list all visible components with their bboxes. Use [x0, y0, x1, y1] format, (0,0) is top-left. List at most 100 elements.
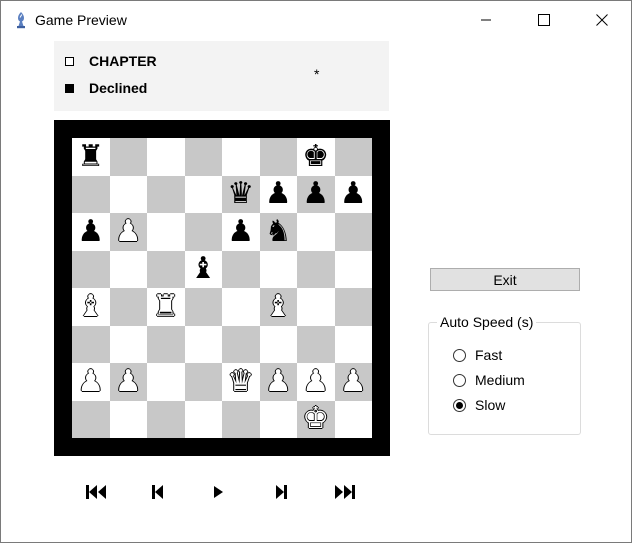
square-d4[interactable] — [184, 288, 222, 326]
square-b7[interactable] — [109, 175, 147, 213]
square-d6[interactable] — [184, 213, 222, 251]
square-g4[interactable] — [297, 288, 335, 326]
square-d1[interactable] — [184, 400, 222, 438]
square-e3[interactable] — [222, 325, 260, 363]
square-f3[interactable] — [259, 325, 297, 363]
square-a3[interactable] — [72, 325, 110, 363]
white-pawn-icon[interactable]: ♟ — [115, 366, 142, 397]
square-h4[interactable] — [334, 288, 372, 326]
square-c1[interactable] — [147, 400, 185, 438]
square-g8[interactable]: ♚ — [297, 138, 335, 176]
square-e2[interactable]: ♛ — [222, 363, 260, 401]
speed-option-medium[interactable]: Medium — [453, 372, 525, 388]
square-g1[interactable]: ♚ — [297, 400, 335, 438]
square-g3[interactable] — [297, 325, 335, 363]
square-e6[interactable]: ♟ — [222, 213, 260, 251]
speed-option-fast[interactable]: Fast — [453, 347, 502, 363]
last-move-button[interactable] — [334, 481, 356, 503]
square-c7[interactable] — [147, 175, 185, 213]
square-h1[interactable] — [334, 400, 372, 438]
exit-button[interactable]: Exit — [430, 268, 580, 291]
black-bishop-icon[interactable]: ♝ — [190, 254, 217, 284]
square-f8[interactable] — [259, 138, 297, 176]
black-pawn-icon[interactable]: ♟ — [227, 216, 254, 247]
square-g6[interactable] — [297, 213, 335, 251]
close-button[interactable] — [573, 1, 631, 39]
square-a8[interactable]: ♜ — [72, 138, 110, 176]
square-c6[interactable] — [147, 213, 185, 251]
square-h2[interactable]: ♟ — [334, 363, 372, 401]
previous-move-button[interactable] — [146, 481, 168, 503]
white-pawn-icon[interactable]: ♟ — [77, 366, 104, 397]
square-c3[interactable] — [147, 325, 185, 363]
square-c4[interactable]: ♜ — [147, 288, 185, 326]
square-a2[interactable]: ♟ — [72, 363, 110, 401]
square-b1[interactable] — [109, 400, 147, 438]
first-move-button[interactable] — [85, 481, 107, 503]
square-a4[interactable]: ♝ — [72, 288, 110, 326]
square-f1[interactable] — [259, 400, 297, 438]
square-b5[interactable] — [109, 250, 147, 288]
square-f5[interactable] — [259, 250, 297, 288]
square-d2[interactable] — [184, 363, 222, 401]
square-d5[interactable]: ♝ — [184, 250, 222, 288]
square-d7[interactable] — [184, 175, 222, 213]
white-queen-icon[interactable]: ♛ — [227, 366, 254, 397]
square-b2[interactable]: ♟ — [109, 363, 147, 401]
square-b8[interactable] — [109, 138, 147, 176]
white-bishop-icon[interactable]: ♝ — [265, 291, 292, 322]
square-a1[interactable] — [72, 400, 110, 438]
square-g7[interactable]: ♟ — [297, 175, 335, 213]
square-b4[interactable] — [109, 288, 147, 326]
square-e4[interactable] — [222, 288, 260, 326]
square-h8[interactable] — [334, 138, 372, 176]
square-h6[interactable] — [334, 213, 372, 251]
radio-button[interactable] — [453, 398, 466, 412]
square-f2[interactable]: ♟ — [259, 363, 297, 401]
white-pawn-icon[interactable]: ♟ — [265, 366, 292, 397]
radio-button[interactable] — [453, 348, 466, 362]
white-pawn-icon[interactable]: ♟ — [340, 366, 367, 397]
radio-button[interactable] — [453, 373, 466, 387]
next-move-button[interactable] — [271, 481, 293, 503]
black-pawn-icon[interactable]: ♟ — [265, 179, 292, 209]
black-rook-icon[interactable]: ♜ — [77, 141, 104, 172]
square-c2[interactable] — [147, 363, 185, 401]
square-c5[interactable] — [147, 250, 185, 288]
square-e7[interactable]: ♛ — [222, 175, 260, 213]
square-e5[interactable] — [222, 250, 260, 288]
square-a7[interactable] — [72, 175, 110, 213]
square-h7[interactable]: ♟ — [334, 175, 372, 213]
maximize-button[interactable] — [515, 1, 573, 39]
square-c8[interactable] — [147, 138, 185, 176]
square-h3[interactable] — [334, 325, 372, 363]
square-g5[interactable] — [297, 250, 335, 288]
speed-option-slow[interactable]: Slow — [453, 397, 505, 413]
black-knight-icon[interactable]: ♞ — [265, 216, 292, 247]
white-pawn-icon[interactable]: ♟ — [115, 216, 142, 247]
square-a6[interactable]: ♟ — [72, 213, 110, 251]
white-rook-icon[interactable]: ♜ — [152, 291, 179, 322]
square-d8[interactable] — [184, 138, 222, 176]
play-button[interactable] — [207, 481, 229, 503]
minimize-button[interactable] — [457, 1, 515, 39]
square-f4[interactable]: ♝ — [259, 288, 297, 326]
square-d3[interactable] — [184, 325, 222, 363]
chess-board[interactable]: ♜ ♚ ♛ ♟ ♟ ♟ ♟ ♟ ♟ ♞ ♝ ♝ ♜ ♝ ♟ ♟ ♛ ♟ ♟ ♟ ♚ — [72, 138, 372, 438]
square-f7[interactable]: ♟ — [259, 175, 297, 213]
square-h5[interactable] — [334, 250, 372, 288]
square-e8[interactable] — [222, 138, 260, 176]
square-b3[interactable] — [109, 325, 147, 363]
black-queen-icon[interactable]: ♛ — [227, 179, 254, 209]
white-bishop-icon[interactable]: ♝ — [77, 291, 104, 322]
black-pawn-icon[interactable]: ♟ — [302, 179, 329, 209]
black-pawn-icon[interactable]: ♟ — [340, 179, 367, 209]
black-king-icon[interactable]: ♚ — [302, 141, 329, 172]
black-pawn-icon[interactable]: ♟ — [77, 216, 104, 247]
square-g2[interactable]: ♟ — [297, 363, 335, 401]
white-king-icon[interactable]: ♚ — [302, 404, 329, 434]
white-pawn-icon[interactable]: ♟ — [302, 366, 329, 397]
square-a5[interactable] — [72, 250, 110, 288]
square-f6[interactable]: ♞ — [259, 213, 297, 251]
square-b6[interactable]: ♟ — [109, 213, 147, 251]
